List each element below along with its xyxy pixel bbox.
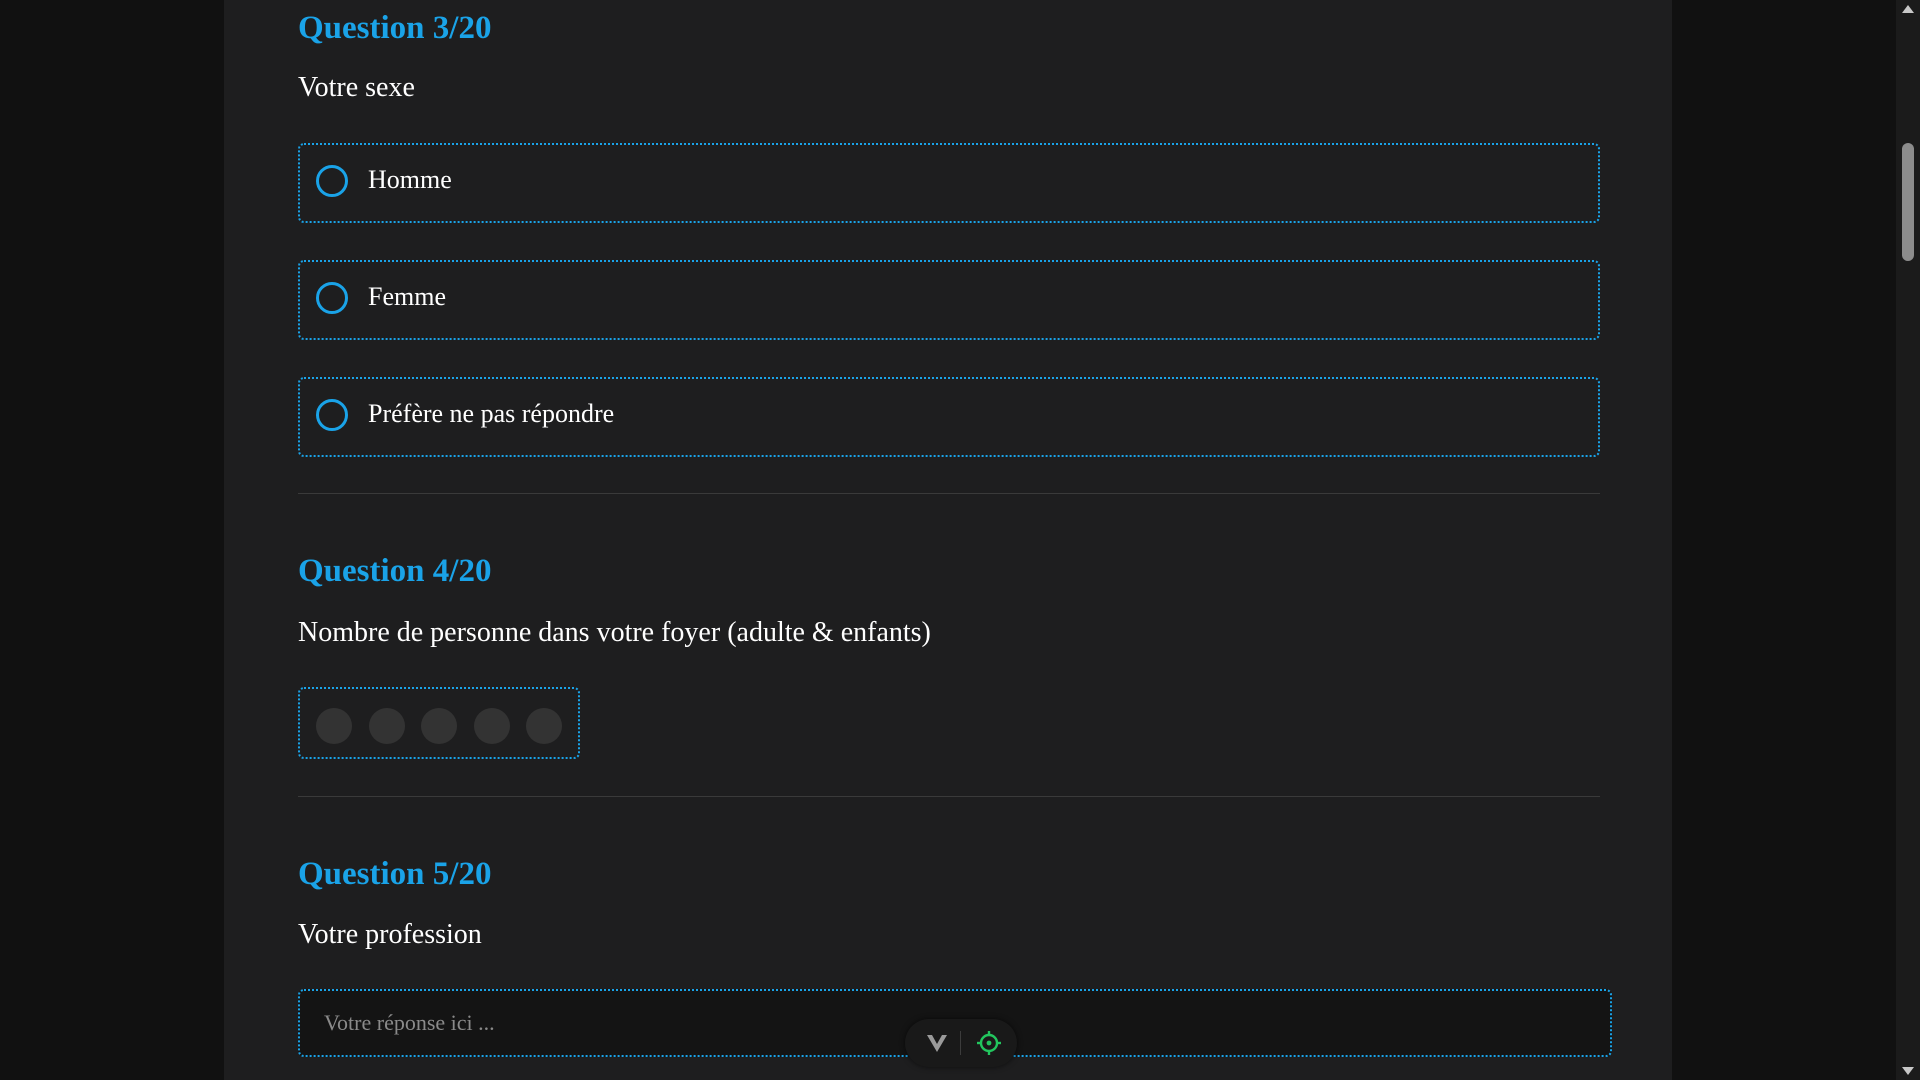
v-logo-icon[interactable] [923,1029,951,1057]
question-3-title: Question 3/20 [298,10,492,46]
rating-dot-1[interactable] [316,708,352,744]
option-prefere-ne-pas-repondre[interactable]: Préfère ne pas répondre [298,377,1600,457]
scrollbar-thumb[interactable] [1902,143,1914,261]
page: Question 3/20 Votre sexe Homme Femme Pré… [0,0,1920,1080]
divider [298,796,1600,797]
divider [298,493,1600,494]
household-size-rating [298,687,580,759]
rating-dot-4[interactable] [474,708,510,744]
option-homme[interactable]: Homme [298,143,1600,223]
scroll-down-arrow-icon[interactable] [1900,1064,1916,1078]
question-5-text: Votre profession [298,919,482,950]
floating-toolbar [905,1019,1017,1067]
question-4-title: Question 4/20 [298,553,492,589]
rating-dot-2[interactable] [369,708,405,744]
rating-dot-5[interactable] [526,708,562,744]
question-4-text: Nombre de personne dans votre foyer (adu… [298,617,931,648]
radio-circle-icon[interactable] [316,399,348,431]
scroll-up-arrow-icon[interactable] [1900,2,1916,16]
toolbar-separator [960,1031,961,1055]
option-femme[interactable]: Femme [298,260,1600,340]
scrollbar[interactable] [1896,0,1920,1080]
crosshair-target-icon[interactable] [975,1029,1003,1057]
option-label: Femme [368,282,446,311]
radio-circle-icon[interactable] [316,282,348,314]
option-label: Préfère ne pas répondre [368,399,615,428]
survey-content: Question 3/20 Votre sexe Homme Femme Pré… [224,0,1672,1080]
radio-circle-icon[interactable] [316,165,348,197]
option-label: Homme [368,165,452,194]
rating-dot-3[interactable] [421,708,457,744]
question-3-text: Votre sexe [298,72,415,103]
question-5-title: Question 5/20 [298,856,492,892]
